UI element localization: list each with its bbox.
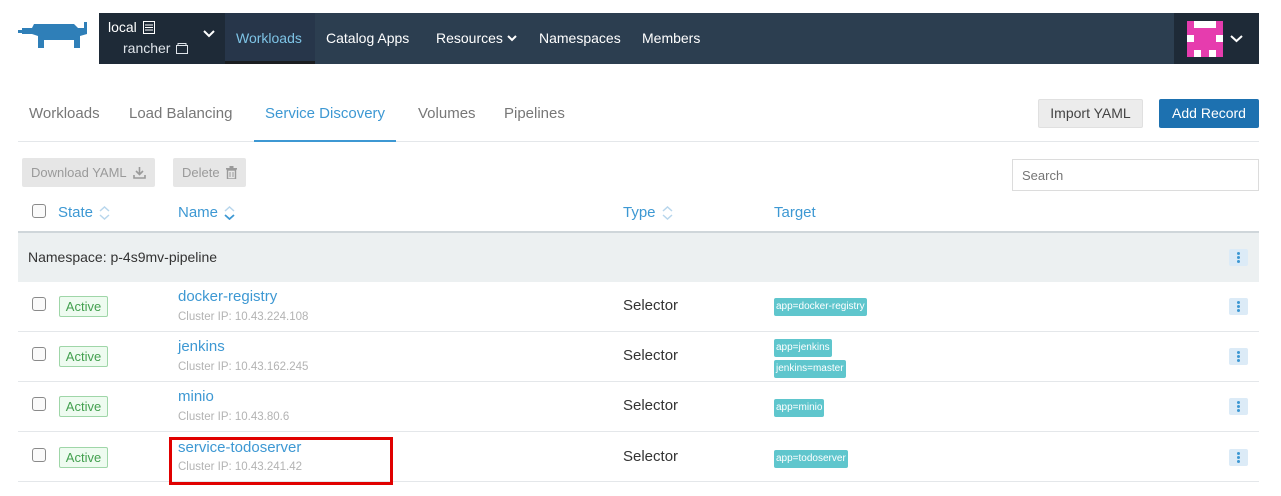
target-column-header: Target [774, 204, 816, 221]
service-name-link[interactable]: jenkins [178, 338, 225, 355]
target-tag: app=todoserver [774, 450, 848, 468]
state-header-label: State [58, 204, 94, 221]
target-tag: app=jenkins [774, 339, 832, 357]
nav-members[interactable]: Members [642, 13, 700, 64]
sort-icon [224, 205, 235, 220]
download-yaml-label: Download YAML [31, 165, 127, 180]
status-badge: Active [59, 396, 108, 417]
cluster-ip: Cluster IP: 10.43.224.108 [178, 311, 309, 323]
chevron-down-icon [203, 30, 215, 38]
cluster-ip: Cluster IP: 10.43.162.245 [178, 361, 309, 373]
name-header-label: Name [178, 204, 219, 221]
top-navigation: local rancher Workloads Catalog Apps Res… [0, 0, 1281, 64]
row-checkbox[interactable] [32, 297, 46, 311]
namespace-label: Namespace: p-4s9mv-pipeline [28, 249, 218, 265]
service-name-link[interactable]: minio [178, 388, 214, 405]
kebab-menu-icon[interactable] [1229, 298, 1248, 315]
service-type: Selector [623, 397, 679, 414]
sort-icon [662, 205, 673, 220]
import-yaml-button[interactable]: Import YAML [1038, 99, 1143, 128]
tab-service-discovery[interactable]: Service Discovery [254, 96, 397, 142]
tab-load-balancing[interactable]: Load Balancing [118, 96, 243, 142]
state-column-header[interactable]: State [58, 204, 110, 221]
user-menu[interactable] [1174, 13, 1259, 64]
nav-namespaces[interactable]: Namespaces [539, 13, 621, 64]
table-row: Active minio Cluster IP: 10.43.80.6 Sele… [18, 382, 1259, 432]
chevron-down-icon [1230, 35, 1243, 43]
cluster-label-row: local [108, 19, 155, 35]
project-label-row: rancher [123, 40, 189, 56]
table-row: Active jenkins Cluster IP: 10.43.162.245… [18, 332, 1259, 382]
service-type: Selector [623, 347, 679, 364]
delete-label: Delete [182, 165, 220, 180]
status-badge: Active [59, 296, 108, 317]
cluster-ip: Cluster IP: 10.43.80.6 [178, 411, 290, 423]
row-checkbox[interactable] [32, 347, 46, 361]
delete-button[interactable]: Delete [173, 158, 246, 187]
project-icon [176, 42, 189, 54]
project-name: rancher [123, 40, 171, 56]
status-badge: Active [59, 346, 108, 367]
cluster-project-switcher[interactable]: local rancher [99, 13, 225, 64]
user-avatar-icon [1187, 21, 1223, 57]
target-tag: jenkins=master [774, 360, 846, 378]
type-header-label: Type [623, 204, 656, 221]
nav-resources-label: Resources [436, 30, 503, 46]
namespace-group-row: Namespace: p-4s9mv-pipeline [18, 231, 1259, 282]
target-tag: app=docker-registry [774, 298, 867, 316]
cluster-name: local [108, 19, 137, 35]
type-column-header[interactable]: Type [623, 204, 673, 221]
sort-icon [99, 205, 110, 220]
select-all-checkbox[interactable] [32, 204, 46, 218]
add-record-button[interactable]: Add Record [1159, 99, 1259, 128]
name-column-header[interactable]: Name [178, 204, 235, 221]
trash-icon [225, 166, 237, 179]
kebab-menu-icon[interactable] [1229, 249, 1248, 266]
target-tag: app=minio [774, 399, 825, 417]
kebab-menu-icon[interactable] [1229, 348, 1248, 365]
row-checkbox[interactable] [32, 397, 46, 411]
nav-workloads[interactable]: Workloads [225, 13, 315, 64]
search-input[interactable] [1012, 159, 1259, 191]
kebab-menu-icon[interactable] [1229, 449, 1248, 466]
service-type: Selector [623, 297, 679, 314]
tab-pipelines[interactable]: Pipelines [493, 96, 576, 142]
service-type: Selector [623, 448, 679, 465]
nav-catalog-apps[interactable]: Catalog Apps [326, 13, 409, 64]
row-checkbox[interactable] [32, 448, 46, 462]
service-name-link[interactable]: docker-registry [178, 288, 277, 305]
status-badge: Active [59, 447, 108, 468]
chevron-down-icon [507, 35, 517, 42]
kebab-menu-icon[interactable] [1229, 398, 1248, 415]
nav-resources[interactable]: Resources [436, 13, 517, 64]
cluster-icon [142, 20, 155, 34]
annotation-highlight-box [169, 437, 393, 485]
tab-workloads[interactable]: Workloads [18, 96, 111, 142]
rancher-logo-icon[interactable] [18, 18, 88, 54]
main-navbar: local rancher Workloads Catalog Apps Res… [99, 13, 1259, 64]
download-yaml-button[interactable]: Download YAML [22, 158, 155, 187]
tab-volumes[interactable]: Volumes [407, 96, 487, 142]
table-row: Active docker-registry Cluster IP: 10.43… [18, 282, 1259, 332]
download-icon [132, 167, 146, 179]
